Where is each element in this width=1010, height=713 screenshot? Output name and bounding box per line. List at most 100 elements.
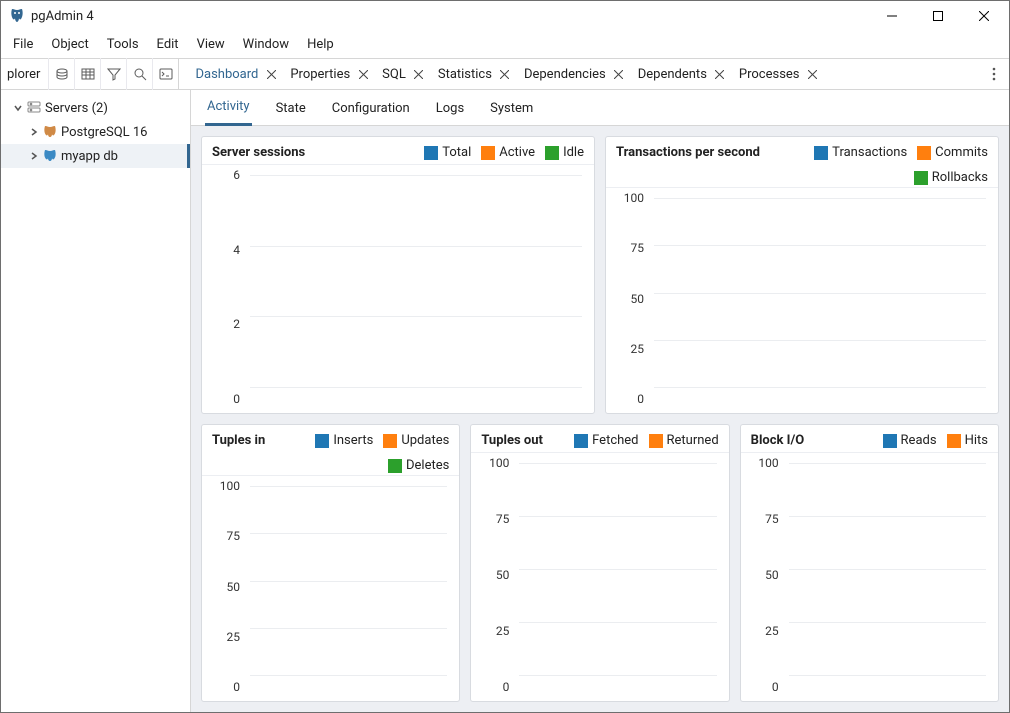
query-tool-icon[interactable] [48, 58, 74, 90]
chart-title: Transactions per second [616, 145, 760, 162]
menu-edit[interactable]: Edit [149, 34, 187, 55]
close-icon[interactable] [264, 67, 278, 81]
y-tick-label: 75 [496, 512, 510, 526]
legend-label: Reads [901, 433, 937, 448]
tree-node-postgresql[interactable]: PostgreSQL 16 [1, 120, 190, 144]
legend-label: Returned [667, 433, 719, 448]
object-explorer[interactable]: Servers (2) PostgreSQL 16 myapp db [1, 90, 191, 712]
tree-node-servers[interactable]: Servers (2) [1, 96, 190, 120]
legend-swatch [917, 146, 931, 160]
legend-item[interactable]: Fetched [574, 433, 638, 448]
filter-icon[interactable] [100, 58, 126, 90]
tab-label: Dependents [638, 67, 707, 82]
chart-card: Block I/OReadsHits1007550250 [740, 424, 999, 702]
legend-item[interactable]: Commits [917, 145, 988, 160]
tree-node-label: PostgreSQL 16 [61, 125, 147, 140]
legend-item[interactable]: Rollbacks [914, 170, 988, 185]
legend-label: Transactions [832, 145, 907, 160]
menu-view[interactable]: View [189, 34, 233, 55]
menu-object[interactable]: Object [43, 34, 96, 55]
tab-processes[interactable]: Processes [737, 63, 822, 86]
subtab-configuration[interactable]: Configuration [330, 101, 412, 125]
tabs-more-icon[interactable] [979, 67, 1009, 81]
chart-plot: 6420 [202, 165, 594, 413]
y-tick-label: 100 [624, 191, 644, 205]
legend-swatch [388, 459, 402, 473]
tab-properties[interactable]: Properties [288, 63, 372, 86]
menu-window[interactable]: Window [235, 34, 297, 55]
chart-header: Tuples out Fetched Returned [471, 425, 728, 453]
explorer-label: plorer [1, 67, 48, 82]
chart-plot: 1007550250 [471, 453, 728, 701]
legend-item[interactable]: Transactions [814, 145, 907, 160]
view-data-icon[interactable] [74, 58, 100, 90]
close-icon[interactable] [806, 67, 820, 81]
chart-title: Tuples in [212, 433, 265, 450]
y-tick-label: 25 [630, 342, 644, 356]
legend-item[interactable]: Reads [883, 433, 937, 448]
y-tick-label: 50 [496, 568, 510, 582]
chevron-right-icon[interactable] [27, 125, 41, 139]
legend-item[interactable]: Deletes [388, 458, 449, 473]
tree-node-myappdb[interactable]: myapp db [1, 144, 190, 168]
y-tick-label: 0 [233, 392, 240, 406]
chart-plot: 1007550250 [741, 453, 998, 701]
chart-legend: Fetched Returned [551, 433, 719, 448]
legend-swatch [424, 146, 438, 160]
close-icon[interactable] [356, 67, 370, 81]
y-tick-label: 75 [630, 241, 644, 255]
subtab-state[interactable]: State [274, 101, 308, 125]
tab-label: Statistics [438, 67, 492, 82]
y-axis: 1007550250 [741, 463, 783, 687]
legend-item[interactable]: Updates [383, 433, 449, 448]
tab-label: Dependencies [524, 67, 606, 82]
tab-label: Processes [739, 67, 800, 82]
window-minimize-button[interactable] [869, 1, 915, 31]
chart-header: Server sessionsTotalActiveIdle [202, 137, 594, 165]
tab-dependents[interactable]: Dependents [636, 63, 729, 86]
legend-swatch [814, 146, 828, 160]
menu-help[interactable]: Help [299, 34, 342, 55]
y-tick-label: 25 [765, 624, 779, 638]
search-icon[interactable] [126, 58, 152, 90]
legend-swatch [545, 146, 559, 160]
legend-item[interactable]: Inserts [315, 433, 373, 448]
legend-swatch [315, 434, 329, 448]
tab-sql[interactable]: SQL [380, 63, 428, 86]
window-close-button[interactable] [961, 1, 1007, 31]
chevron-right-icon[interactable] [27, 149, 41, 163]
y-tick-label: 75 [765, 512, 779, 526]
legend-item[interactable]: Active [481, 145, 535, 160]
y-tick-label: 25 [496, 624, 510, 638]
menu-tools[interactable]: Tools [99, 34, 147, 55]
y-tick-label: 0 [637, 392, 644, 406]
chart-header: Transactions per second Transactions Commi… [606, 137, 998, 188]
subtab-activity[interactable]: Activity [205, 99, 252, 126]
legend-item[interactable]: Idle [545, 145, 584, 160]
menu-file[interactable]: File [5, 34, 41, 55]
chart-grid [519, 463, 716, 675]
chevron-down-icon[interactable] [11, 101, 25, 115]
close-icon[interactable] [412, 67, 426, 81]
close-icon[interactable] [612, 67, 626, 81]
chart-title: Tuples out [481, 433, 543, 450]
psql-icon[interactable] [152, 58, 178, 90]
chart-grid [250, 486, 447, 675]
close-icon[interactable] [498, 67, 512, 81]
tab-dependencies[interactable]: Dependencies [522, 63, 628, 86]
tab-dashboard[interactable]: Dashboard [193, 63, 280, 86]
legend-label: Deletes [406, 458, 449, 473]
legend-item[interactable]: Total [424, 145, 471, 160]
legend-item[interactable]: Hits [947, 433, 988, 448]
tab-statistics[interactable]: Statistics [436, 63, 514, 86]
y-tick-label: 25 [227, 630, 241, 644]
y-tick-label: 0 [772, 680, 779, 694]
subtab-system[interactable]: System [488, 101, 535, 125]
legend-item[interactable]: Returned [649, 433, 719, 448]
subtab-logs[interactable]: Logs [434, 101, 466, 125]
y-tick-label: 100 [758, 456, 778, 470]
chart-plot: 1007550250 [606, 188, 998, 413]
toolbar-row: plorer Dashboard Properties SQL Statisti… [1, 58, 1009, 90]
close-icon[interactable] [713, 67, 727, 81]
window-maximize-button[interactable] [915, 1, 961, 31]
